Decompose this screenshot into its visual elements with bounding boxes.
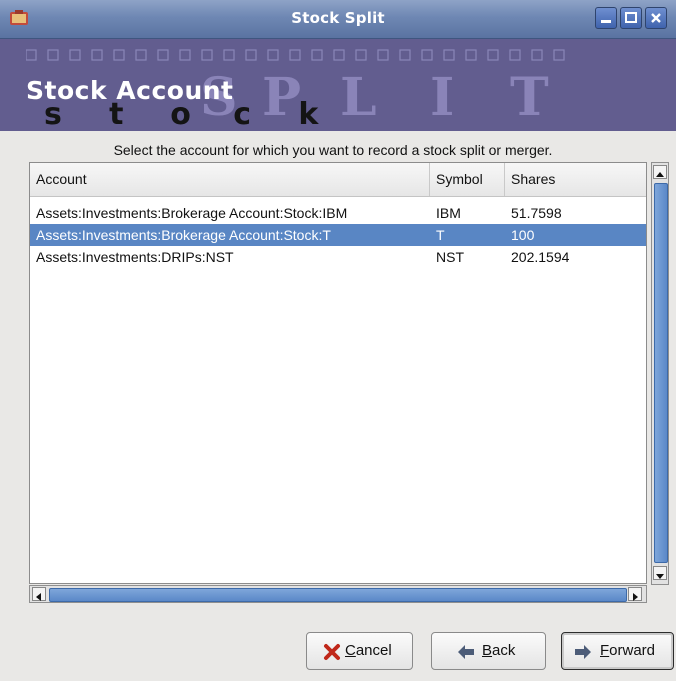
cell-symbol: T xyxy=(436,227,445,243)
banner-letter-t: T xyxy=(510,67,549,128)
cell-shares: 51.7598 xyxy=(511,205,562,221)
back-label: Back xyxy=(482,642,515,659)
table-row-selected[interactable]: Assets:Investments:Brokerage Account:Sto… xyxy=(30,224,646,246)
table-row[interactable]: Assets:Investments:Brokerage Account:Sto… xyxy=(30,202,646,224)
horizontal-scrollbar[interactable] xyxy=(29,585,647,603)
banner-letter-l: L xyxy=(340,67,377,128)
column-header-symbol[interactable]: Symbol xyxy=(430,163,505,196)
cancel-mnemonic: C xyxy=(345,642,356,659)
forward-label-rest: orward xyxy=(609,642,656,659)
header-banner: S P L I T Stock Account s t o c k xyxy=(0,39,676,131)
cell-symbol: NST xyxy=(436,249,464,265)
banner-letter: c xyxy=(233,97,252,131)
triangle-down-icon xyxy=(656,574,664,579)
column-header-account[interactable]: Account xyxy=(30,163,430,196)
forward-mnemonic: F xyxy=(600,642,610,659)
table-row[interactable]: Assets:Investments:DRIPs:NST NST 202.159… xyxy=(30,246,646,268)
scroll-down-button[interactable] xyxy=(653,566,667,580)
cancel-button[interactable]: Cancel xyxy=(306,632,413,670)
forward-label: Forward xyxy=(600,642,655,659)
triangle-left-icon xyxy=(36,593,41,601)
maximize-button[interactable] xyxy=(620,7,642,29)
banner-letter: t xyxy=(109,97,124,131)
cell-account: Assets:Investments:Brokerage Account:Sto… xyxy=(36,205,348,221)
vertical-scrollbar[interactable] xyxy=(651,162,669,585)
decorative-squares xyxy=(26,49,565,61)
cancel-label: Cancel xyxy=(345,642,392,659)
scroll-right-button[interactable] xyxy=(628,587,642,601)
scroll-up-button[interactable] xyxy=(653,165,667,179)
scroll-left-button[interactable] xyxy=(32,587,46,601)
vertical-scroll-thumb[interactable] xyxy=(654,183,668,563)
minimize-button[interactable] xyxy=(595,7,617,29)
banner-letter: o xyxy=(170,97,191,131)
back-mnemonic: B xyxy=(482,642,493,659)
right-arrow-icon xyxy=(575,645,591,659)
back-button[interactable]: Back xyxy=(431,632,546,670)
title-bar[interactable]: Stock Split xyxy=(0,0,676,39)
minimize-icon xyxy=(601,20,611,23)
cell-shares: 100 xyxy=(511,227,535,243)
banner-stock-word: s t o c k xyxy=(44,97,328,131)
red-x-icon xyxy=(324,644,340,660)
cell-shares: 202.1594 xyxy=(511,249,570,265)
horizontal-scroll-thumb[interactable] xyxy=(49,588,627,602)
maximize-icon xyxy=(625,12,637,23)
close-icon xyxy=(651,13,661,23)
instructions-text: Select the account for which you want to… xyxy=(113,142,553,158)
cell-symbol: IBM xyxy=(436,205,461,221)
cell-account: Assets:Investments:DRIPs:NST xyxy=(36,249,234,265)
triangle-right-icon xyxy=(633,593,638,601)
close-button[interactable] xyxy=(645,7,667,29)
banner-letter: s xyxy=(44,97,62,131)
stock-split-window: Stock Split S P L I T Stock Account s t … xyxy=(0,0,676,681)
back-label-rest: ack xyxy=(492,642,516,659)
window-title: Stock Split xyxy=(291,9,385,27)
triangle-up-icon xyxy=(656,172,664,177)
left-arrow-icon xyxy=(458,645,474,659)
forward-button[interactable]: Forward xyxy=(561,632,674,670)
banner-letter-i: I xyxy=(430,67,455,128)
account-table[interactable]: Account Symbol Shares Assets:Investments… xyxy=(29,162,647,584)
table-header: Account Symbol Shares xyxy=(30,163,646,197)
cancel-label-rest: ancel xyxy=(355,642,392,659)
column-header-shares[interactable]: Shares xyxy=(505,163,646,196)
banner-letter: k xyxy=(298,97,319,131)
cell-account: Assets:Investments:Brokerage Account:Sto… xyxy=(36,227,331,243)
